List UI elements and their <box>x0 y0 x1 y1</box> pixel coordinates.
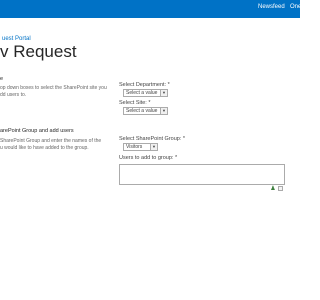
site-label: Select Site: * <box>119 100 151 106</box>
group-select-value: Visitors <box>126 144 143 150</box>
section-site-title: e <box>0 76 4 82</box>
department-select[interactable]: Select a value ▼ <box>123 89 168 97</box>
department-select-value: Select a value <box>126 90 158 96</box>
group-select[interactable]: Visitors ▼ <box>123 143 158 151</box>
section-group-title: arePoint Group and add users <box>0 128 74 134</box>
users-label: Users to add to group: * <box>119 155 178 161</box>
chevron-down-icon: ▼ <box>160 90 167 96</box>
section-site-desc-line1: op down boxes to select the SharePoint s… <box>0 85 107 91</box>
department-label: Select Department: * <box>119 82 170 88</box>
site-select[interactable]: Select a value ▼ <box>123 107 168 115</box>
site-select-value: Select a value <box>126 108 158 114</box>
newsfeed-link[interactable]: Newsfeed <box>258 4 285 10</box>
chevron-down-icon: ▼ <box>150 144 157 150</box>
check-names-icon[interactable]: ♟ <box>270 186 276 192</box>
section-group-desc-line1: SharePoint Group and enter the names of … <box>0 138 102 144</box>
page-title: v Request <box>0 42 77 61</box>
section-group-desc-line2: u would like to have added to the group. <box>0 145 89 151</box>
chevron-down-icon: ▼ <box>160 108 167 114</box>
address-book-icon[interactable] <box>278 186 283 191</box>
section-site-desc-line2: dd users to. <box>0 92 27 98</box>
users-people-picker[interactable] <box>119 164 285 185</box>
onedrive-link[interactable]: One <box>290 4 301 10</box>
group-label: Select SharePoint Group: * <box>119 136 186 142</box>
suite-bar: Newsfeed One <box>0 0 301 18</box>
